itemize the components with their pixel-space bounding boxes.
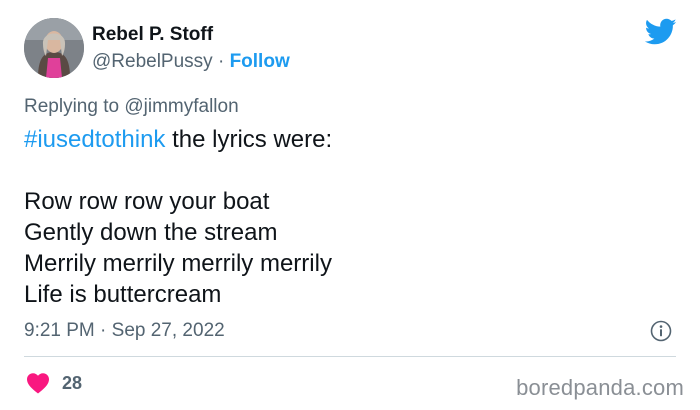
handle-separator: · [217,51,225,72]
avatar[interactable] [24,18,84,78]
lyric-line: Merrily merrily merrily merrily [24,250,332,277]
info-icon[interactable] [650,320,672,342]
lyric-line: Row row row your boat [24,188,270,215]
timestamp-separator: · [100,320,107,341]
watermark: boredpanda.com [516,375,684,400]
lyric-line: Life is buttercream [24,281,222,308]
divider [24,356,676,357]
twitter-bird-icon[interactable] [645,18,677,46]
tweet-first-line: #iusedtothink the lyrics were: [24,124,332,155]
heart-icon[interactable] [26,372,50,394]
author-handle[interactable]: @RebelPussy [92,51,213,72]
reply-context: Replying to @jimmyfallon [24,96,239,118]
author-name[interactable]: Rebel P. Stoff [92,24,213,46]
author-handle-row: @RebelPussy · Follow [92,51,290,73]
tweet-date: Sep 27, 2022 [111,320,225,341]
reply-prefix: Replying to [24,96,120,117]
hashtag-link[interactable]: #iusedtothink [24,126,165,153]
tweet-card: Rebel P. Stoff @RebelPussy · Follow Repl… [0,0,700,410]
tweet-intro: the lyrics were: [165,126,333,153]
tweet-text: #iusedtothink the lyrics were: Row row r… [24,124,332,310]
tweet-time: 9:21 PM [24,320,95,341]
reply-mention[interactable]: @jimmyfallon [124,96,238,117]
tweet-timestamp[interactable]: 9:21 PM · Sep 27, 2022 [24,320,225,342]
follow-button[interactable]: Follow [230,51,290,72]
lyric-line: Gently down the stream [24,219,278,246]
like-count: 28 [62,373,83,393]
